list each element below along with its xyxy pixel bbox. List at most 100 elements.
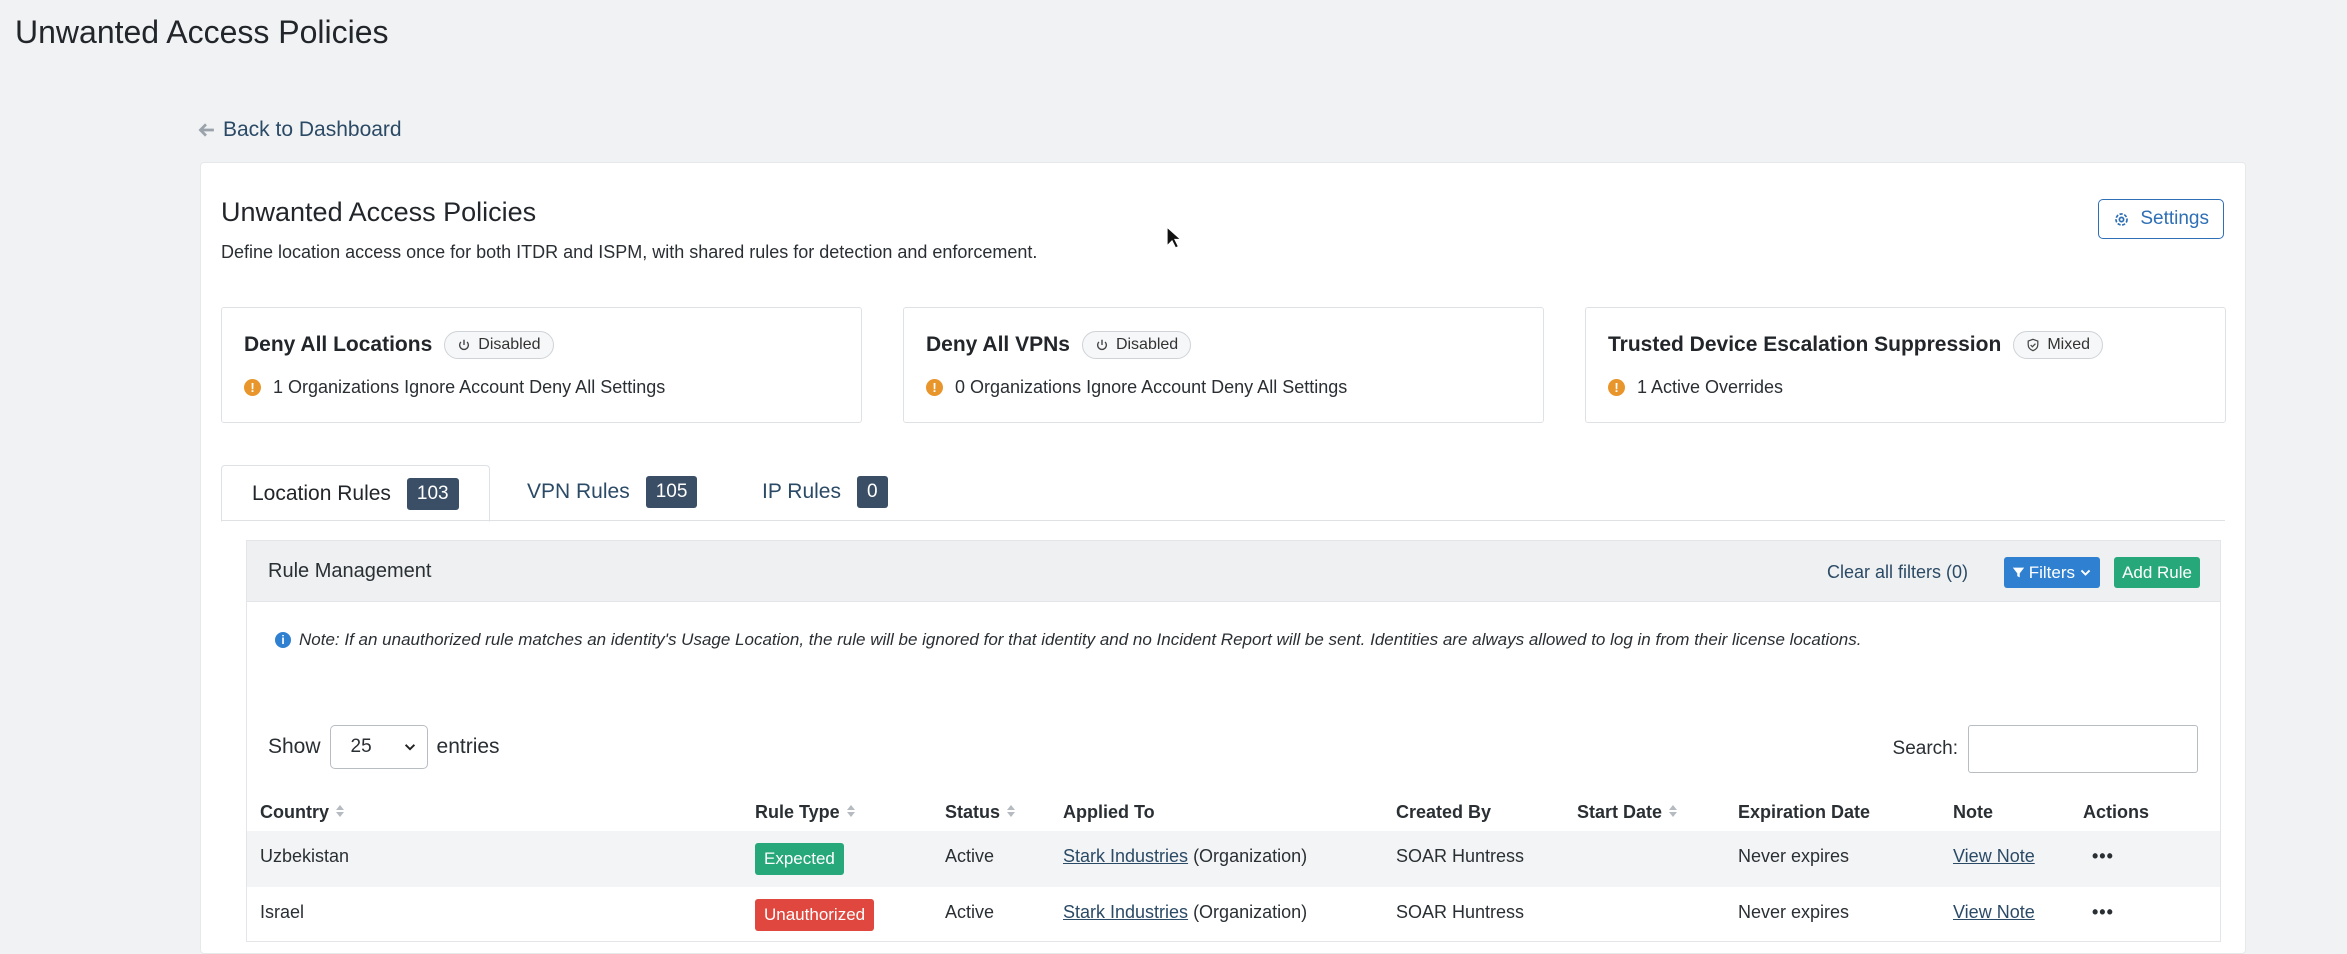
column-label: Status bbox=[945, 802, 1001, 822]
filter-icon bbox=[2012, 567, 2024, 578]
cell-created-by: SOAR Huntress bbox=[1396, 902, 1525, 922]
policies-card: Unwanted Access Policies Define location… bbox=[200, 162, 2246, 954]
search-control: Search: bbox=[1893, 725, 2198, 773]
column-label: Start Date bbox=[1577, 802, 1663, 822]
column-header-country[interactable]: Country bbox=[260, 802, 345, 823]
column-header-note: Note bbox=[1953, 802, 1993, 823]
rule-type-badge: Expected bbox=[755, 843, 844, 875]
stat-subtext: 1 Active Overrides bbox=[1637, 377, 1784, 397]
rule-tabs: Location Rules 103 VPN Rules 105 IP Rule… bbox=[221, 465, 2225, 522]
sort-icon bbox=[1006, 802, 1016, 823]
status-pill-label: Disabled bbox=[478, 336, 541, 353]
organization-link[interactable]: Stark Industries bbox=[1063, 902, 1188, 922]
cell-country: Uzbekistan bbox=[260, 846, 350, 866]
stat-subtext: 1 Organizations Ignore Account Deny All … bbox=[273, 377, 666, 397]
column-label: Expiration Date bbox=[1738, 802, 1871, 822]
info-icon: i bbox=[275, 632, 291, 648]
applied-scope: (Organization) bbox=[1188, 902, 1308, 922]
cell-status: Active bbox=[945, 846, 995, 866]
rules-table: Country Rule Type Status Applied To Crea… bbox=[247, 791, 2220, 943]
cell-country: Israel bbox=[260, 902, 305, 922]
column-header-actions: Actions bbox=[2083, 802, 2149, 823]
tab-count-badge: 0 bbox=[857, 476, 888, 508]
stat-card-deny-all-vpns: Deny All VPNs Disabled ! 0 Organizations… bbox=[903, 307, 1544, 423]
column-label: Created By bbox=[1396, 802, 1492, 822]
table-row[interactable]: Uzbekistan Expected Active Stark Industr… bbox=[247, 831, 2220, 887]
tab-label: IP Rules bbox=[762, 480, 841, 503]
gear-icon bbox=[2115, 212, 2129, 226]
show-label: Show bbox=[268, 735, 321, 758]
filters-button[interactable]: Filters bbox=[2003, 557, 2100, 588]
sort-icon bbox=[335, 802, 345, 823]
column-header-applied-to: Applied To bbox=[1063, 802, 1155, 823]
applied-scope: (Organization) bbox=[1188, 846, 1308, 866]
view-note-link[interactable]: View Note bbox=[1953, 902, 2035, 923]
organization-link[interactable]: Stark Industries bbox=[1063, 846, 1188, 866]
column-header-created-by: Created By bbox=[1396, 802, 1491, 823]
entries-value: 25 bbox=[350, 736, 372, 757]
stat-subtext: 0 Organizations Ignore Account Deny All … bbox=[955, 377, 1348, 397]
view-note-link[interactable]: View Note bbox=[1953, 846, 2035, 867]
back-to-dashboard-link[interactable]: Back to Dashboard bbox=[197, 118, 402, 142]
tab-location-rules[interactable]: Location Rules 103 bbox=[221, 465, 490, 522]
shield-check-icon bbox=[2027, 338, 2039, 352]
status-pill: Mixed bbox=[2013, 331, 2103, 359]
cell-applied-to: Stark Industries (Organization) bbox=[1063, 902, 1307, 923]
cell-status: Active bbox=[945, 902, 995, 922]
tab-ip-rules[interactable]: IP Rules 0 bbox=[732, 465, 918, 519]
row-actions-menu[interactable]: ••• bbox=[2092, 902, 2114, 923]
warning-icon: ! bbox=[1608, 379, 1625, 396]
status-pill-label: Mixed bbox=[2047, 336, 2090, 353]
sort-icon bbox=[1668, 802, 1678, 823]
column-label: Actions bbox=[2083, 802, 2150, 822]
warning-icon: ! bbox=[926, 379, 943, 396]
cell-expiration: Never expires bbox=[1738, 902, 1850, 922]
power-icon bbox=[459, 339, 470, 351]
table-header: Country Rule Type Status Applied To Crea… bbox=[247, 791, 2220, 831]
column-header-rule-type[interactable]: Rule Type bbox=[755, 802, 856, 823]
tab-vpn-rules[interactable]: VPN Rules 105 bbox=[497, 465, 727, 519]
stat-title: Deny All VPNs bbox=[926, 333, 1070, 356]
status-pill-label: Disabled bbox=[1115, 336, 1179, 353]
entries-label: entries bbox=[436, 735, 500, 758]
add-rule-label: Add Rule bbox=[2122, 562, 2192, 582]
table-row[interactable]: Israel Unauthorized Active Stark Industr… bbox=[247, 887, 2220, 943]
column-header-start-date[interactable]: Start Date bbox=[1577, 802, 1678, 823]
row-actions-menu[interactable]: ••• bbox=[2092, 846, 2114, 867]
column-label: Country bbox=[260, 802, 329, 822]
stat-title: Deny All Locations bbox=[244, 333, 433, 356]
back-link-label: Back to Dashboard bbox=[223, 118, 402, 141]
card-description: Define location access once for both ITD… bbox=[221, 242, 1038, 262]
tab-label: Location Rules bbox=[252, 481, 391, 505]
tab-divider bbox=[221, 520, 2225, 521]
tab-count-badge: 105 bbox=[645, 476, 698, 508]
panel-header: Rule Management Clear all filters (0) Fi… bbox=[247, 541, 2220, 602]
cell-expiration: Never expires bbox=[1738, 846, 1850, 866]
warning-icon: ! bbox=[244, 379, 261, 396]
column-label: Applied To bbox=[1063, 802, 1155, 822]
cell-applied-to: Stark Industries (Organization) bbox=[1063, 846, 1307, 867]
page-title: Unwanted Access Policies bbox=[15, 14, 389, 50]
stat-card-trusted-device-escalation: Trusted Device Escalation Suppression Mi… bbox=[1585, 307, 2226, 423]
entries-select[interactable]: 25 bbox=[329, 725, 428, 769]
search-label: Search: bbox=[1892, 738, 1958, 759]
tab-count-badge: 103 bbox=[406, 477, 459, 510]
settings-label: Settings bbox=[2140, 208, 2209, 229]
filters-label: Filters bbox=[2028, 562, 2075, 582]
column-header-status[interactable]: Status bbox=[945, 802, 1016, 823]
tab-label: VPN Rules bbox=[527, 480, 630, 503]
column-label: Note bbox=[1953, 802, 1993, 822]
settings-button[interactable]: Settings bbox=[2098, 199, 2224, 239]
info-note: i Note: If an unauthorized rule matches … bbox=[275, 630, 1861, 650]
note-text: Note: If an unauthorized rule matches an… bbox=[299, 630, 1862, 649]
clear-filters-link[interactable]: Clear all filters (0) bbox=[1827, 562, 1968, 583]
chevron-down-icon bbox=[404, 744, 415, 751]
stat-title: Trusted Device Escalation Suppression bbox=[1608, 333, 2002, 356]
card-title: Unwanted Access Policies bbox=[221, 197, 537, 227]
add-rule-button[interactable]: Add Rule bbox=[2114, 557, 2200, 588]
page-length-control: Show 25 entries bbox=[268, 725, 500, 769]
search-input[interactable] bbox=[1968, 725, 2198, 773]
sort-icon bbox=[846, 802, 856, 823]
rule-management-panel: Rule Management Clear all filters (0) Fi… bbox=[246, 540, 2221, 942]
rule-type-badge: Unauthorized bbox=[755, 899, 875, 931]
